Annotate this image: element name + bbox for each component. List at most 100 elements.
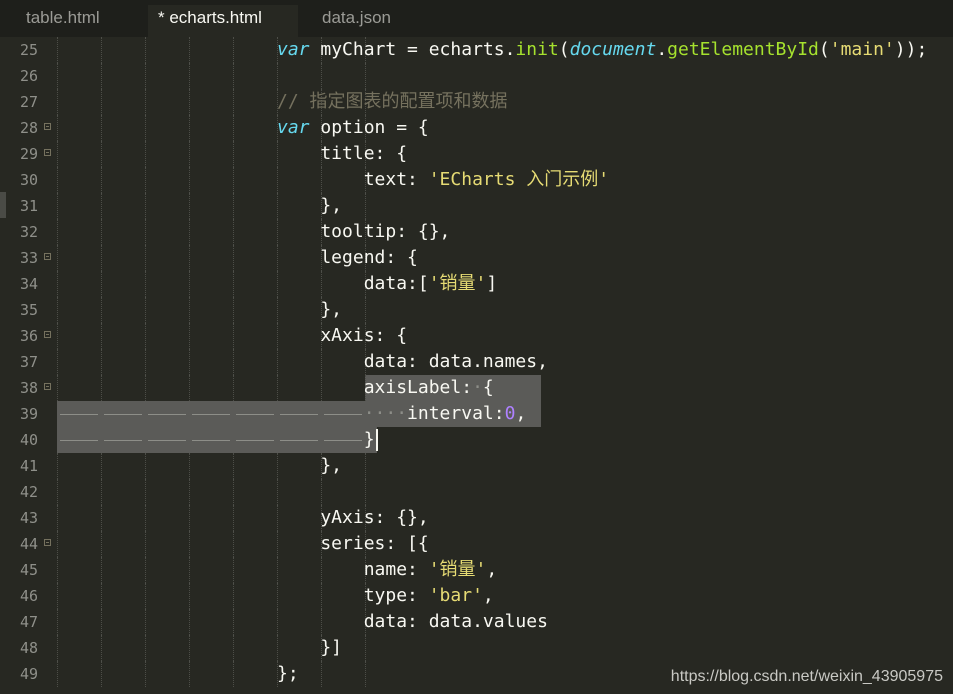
- indent-guide: [145, 193, 147, 219]
- code-line[interactable]: 38 axisLabel:·{: [0, 375, 953, 401]
- code-line[interactable]: 41 },: [0, 453, 953, 479]
- code-text: xAxis: {: [277, 323, 407, 349]
- indent-guide: [145, 635, 147, 661]
- code-token: (: [558, 39, 570, 60]
- code-line[interactable]: 44 series: [{: [0, 531, 953, 557]
- code-line[interactable]: 40 }: [0, 427, 953, 453]
- code-text: tooltip: {},: [277, 219, 450, 245]
- tab-bar: table.html * echarts.html data.json: [0, 0, 953, 37]
- indent-guide: [57, 297, 59, 323]
- code-line[interactable]: 28 var option = {: [0, 115, 953, 141]
- indent-guide: [101, 297, 103, 323]
- indent-guide: [189, 89, 191, 115]
- line-number: 40: [19, 431, 38, 449]
- line-number: 39: [19, 405, 38, 423]
- fold-toggle-icon[interactable]: [44, 123, 51, 130]
- code-line[interactable]: 36 xAxis: {: [0, 323, 953, 349]
- indent-guide: [101, 63, 103, 89]
- fold-toggle-icon[interactable]: [44, 539, 51, 546]
- indent-guide: [233, 141, 235, 167]
- fold-toggle-icon[interactable]: [44, 383, 51, 390]
- indent-guide: [189, 297, 191, 323]
- indent-guide: [233, 115, 235, 141]
- indent-guide: [101, 661, 103, 687]
- tab-whitespace-marker: [104, 414, 142, 415]
- tab-whitespace-marker: [60, 414, 98, 415]
- code-text: data:['销量']: [277, 271, 498, 297]
- indent-guide: [365, 635, 367, 661]
- indent-guide: [57, 583, 59, 609]
- code-token: .: [656, 39, 668, 60]
- indent-guide: [233, 271, 235, 297]
- line-number: 25: [19, 41, 38, 59]
- tab-whitespace-marker: [148, 414, 186, 415]
- indent-guide: [189, 63, 191, 89]
- indent-guide: [57, 271, 59, 297]
- indent-guide: [145, 349, 147, 375]
- indent-guide: [101, 167, 103, 193]
- tab-echarts-html[interactable]: * echarts.html: [148, 5, 298, 37]
- code-token: '销量': [428, 273, 487, 294]
- tab-data-json[interactable]: data.json: [298, 5, 438, 37]
- line-number: 27: [19, 93, 38, 111]
- indent-guide: [57, 115, 59, 141]
- tab-whitespace-marker: [236, 414, 274, 415]
- code-line[interactable]: 46 type: 'bar',: [0, 583, 953, 609]
- code-line[interactable]: 42: [0, 479, 953, 505]
- code-token: ,: [486, 559, 498, 580]
- indent-guide: [145, 89, 147, 115]
- code-line[interactable]: 33 legend: {: [0, 245, 953, 271]
- code-text: name: '销量',: [277, 557, 498, 583]
- line-number: 32: [19, 223, 38, 241]
- code-line[interactable]: 32 tooltip: {},: [0, 219, 953, 245]
- indent-guide: [57, 167, 59, 193]
- indent-guide: [101, 453, 103, 479]
- indent-guide: [101, 193, 103, 219]
- code-line[interactable]: 43 yAxis: {},: [0, 505, 953, 531]
- tab-table-html[interactable]: table.html: [0, 5, 148, 37]
- code-text: }]: [277, 635, 342, 661]
- indent-guide: [189, 167, 191, 193]
- code-text: },: [277, 297, 342, 323]
- code-token: },: [277, 455, 343, 476]
- code-line[interactable]: 47 data: data.values: [0, 609, 953, 635]
- code-line[interactable]: 45 name: '销量',: [0, 557, 953, 583]
- code-line[interactable]: 31 },: [0, 193, 953, 219]
- code-token: 'main': [829, 39, 895, 60]
- code-line[interactable]: 39 ····interval:0,: [0, 401, 953, 427]
- code-text: var option = {: [277, 115, 429, 141]
- code-line[interactable]: 25 var myChart = echarts.init(document.ge…: [0, 37, 953, 63]
- code-text: type: 'bar',: [277, 583, 494, 609]
- code-token: 0: [504, 403, 516, 424]
- indent-guide: [57, 141, 59, 167]
- code-token: 'ECharts 入门示例': [428, 169, 610, 190]
- code-token: },: [277, 195, 343, 216]
- code-line[interactable]: 35 },: [0, 297, 953, 323]
- indent-guide: [189, 635, 191, 661]
- indent-guide: [145, 479, 147, 505]
- code-line[interactable]: 29 title: {: [0, 141, 953, 167]
- fold-toggle-icon[interactable]: [44, 253, 51, 260]
- indent-guide: [145, 245, 147, 271]
- indent-guide: [101, 505, 103, 531]
- code-line[interactable]: 27 // 指定图表的配置项和数据: [0, 89, 953, 115]
- code-token: var: [277, 39, 310, 60]
- indent-guide: [189, 661, 191, 687]
- code-text: // 指定图表的配置项和数据: [277, 89, 508, 115]
- fold-toggle-icon[interactable]: [44, 331, 51, 338]
- code-line[interactable]: 30 text: 'ECharts 入门示例': [0, 167, 953, 193]
- code-line[interactable]: 34 data:['销量']: [0, 271, 953, 297]
- code-token: name:: [277, 559, 429, 580]
- fold-toggle-icon[interactable]: [44, 149, 51, 156]
- code-line[interactable]: 37 data: data.names,: [0, 349, 953, 375]
- indent-guide: [365, 479, 367, 505]
- indent-guide: [145, 37, 147, 63]
- indent-guide: [233, 375, 235, 401]
- indent-guide: [57, 219, 59, 245]
- code-line[interactable]: 48 }]: [0, 635, 953, 661]
- code-token: document: [569, 39, 657, 60]
- code-line[interactable]: 26: [0, 63, 953, 89]
- code-token: var: [277, 117, 310, 138]
- indent-guide: [189, 323, 191, 349]
- code-editor[interactable]: 25 var myChart = echarts.init(document.ge…: [0, 37, 953, 694]
